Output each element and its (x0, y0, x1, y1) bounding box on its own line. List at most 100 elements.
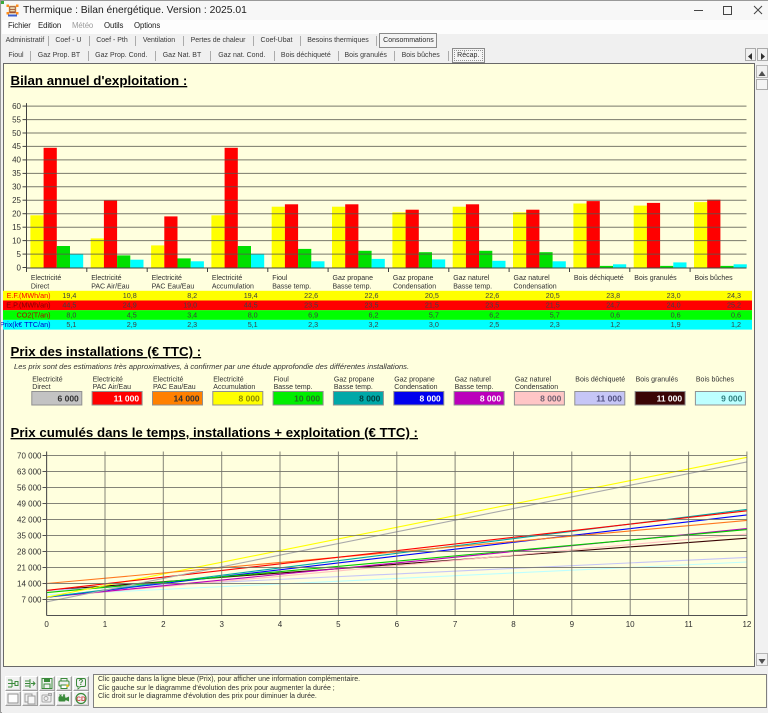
svg-text:Bois déchiqueté: Bois déchiqueté (575, 377, 625, 384)
svg-text:50: 50 (12, 129, 21, 138)
svg-text:Gaz propane: Gaz propane (394, 377, 435, 384)
svg-text:1,2: 1,2 (731, 320, 741, 329)
svg-text:25,2: 25,2 (727, 301, 741, 310)
svg-text:40: 40 (12, 156, 21, 165)
svg-text:3: 3 (219, 620, 224, 629)
svg-text:1,9: 1,9 (671, 320, 681, 329)
svg-text:2,3: 2,3 (550, 320, 560, 329)
svg-text:5,1: 5,1 (66, 320, 76, 329)
svg-text:8 000: 8 000 (239, 394, 261, 404)
svg-text:Accumulation: Accumulation (213, 384, 255, 391)
svg-text:10 000: 10 000 (294, 394, 320, 404)
svg-text:Gaz propane: Gaz propane (333, 275, 374, 282)
svg-text:2,9: 2,9 (127, 320, 137, 329)
svg-text:Gaz naturel: Gaz naturel (514, 275, 551, 282)
svg-text:70 000: 70 000 (17, 451, 42, 460)
svg-text:14 000: 14 000 (174, 394, 200, 404)
svg-text:35 000: 35 000 (17, 531, 42, 540)
svg-text:0,6: 0,6 (610, 310, 620, 319)
svg-text:24,9: 24,9 (123, 301, 137, 310)
svg-text:19,4: 19,4 (62, 291, 76, 300)
svg-text:Basse temp.: Basse temp. (453, 283, 492, 290)
svg-text:23,5: 23,5 (365, 301, 379, 310)
svg-text:Prix cumulés dans le temps, in: Prix cumulés dans le temps, installation… (11, 425, 419, 440)
svg-text:3,4: 3,4 (187, 310, 197, 319)
svg-text:?: ? (78, 678, 83, 687)
svg-text:4: 4 (278, 620, 283, 629)
svg-text:11 000: 11 000 (596, 394, 622, 404)
svg-text:Gaz propane: Gaz propane (334, 377, 375, 384)
svg-text:0,6: 0,6 (671, 310, 681, 319)
svg-text:8,0: 8,0 (66, 310, 76, 319)
svg-text:CD: CD (76, 696, 86, 703)
svg-text:21 000: 21 000 (17, 563, 42, 572)
svg-text:12: 12 (742, 620, 751, 629)
svg-text:8 000: 8 000 (359, 394, 381, 404)
svg-text:Bois bûches: Bois bûches (695, 275, 734, 282)
svg-text:20: 20 (12, 210, 21, 219)
svg-text:Basse temp.: Basse temp. (272, 283, 311, 290)
svg-text:PAC Air/Eau: PAC Air/Eau (93, 384, 131, 391)
svg-text:8 000: 8 000 (420, 394, 442, 404)
svg-text:E.P.(MWh/an): E.P.(MWh/an) (6, 301, 50, 310)
svg-text:Prix(k€ TTC/an): Prix(k€ TTC/an) (1, 320, 51, 329)
svg-text:Electricité: Electricité (213, 377, 243, 384)
svg-text:5,7: 5,7 (550, 310, 560, 319)
svg-text:Accumulation: Accumulation (212, 283, 254, 290)
svg-text:10: 10 (626, 620, 635, 629)
svg-text:Gaz naturel: Gaz naturel (453, 275, 490, 282)
svg-text:0: 0 (44, 620, 49, 629)
svg-text:11: 11 (684, 620, 693, 629)
svg-text:PAC Eau/Eau: PAC Eau/Eau (153, 384, 196, 391)
svg-text:25: 25 (12, 196, 21, 205)
svg-text:Bois granulés: Bois granulés (636, 377, 679, 384)
svg-text:9 000: 9 000 (721, 394, 743, 404)
svg-text:Condensation: Condensation (515, 384, 558, 391)
svg-text:6 000: 6 000 (58, 394, 80, 404)
svg-text:6,9: 6,9 (308, 310, 318, 319)
svg-text:Bilan annuel d'exploitation :: Bilan annuel d'exploitation : (11, 73, 188, 88)
svg-text:60: 60 (12, 102, 21, 111)
svg-text:Condensation: Condensation (394, 384, 437, 391)
svg-text:23,0: 23,0 (667, 291, 681, 300)
svg-text:Basse temp.: Basse temp. (334, 384, 373, 391)
svg-text:Direct: Direct (31, 283, 49, 290)
svg-text:2,5: 2,5 (489, 320, 499, 329)
svg-text:24,0: 24,0 (667, 301, 681, 310)
svg-text:3,0: 3,0 (429, 320, 439, 329)
svg-text:11 000: 11 000 (657, 394, 683, 404)
svg-text:Condensation: Condensation (393, 283, 436, 290)
svg-text:24,3: 24,3 (727, 291, 741, 300)
svg-text:9: 9 (570, 620, 575, 629)
svg-text:24,7: 24,7 (606, 301, 620, 310)
svg-text:19,4: 19,4 (244, 291, 258, 300)
svg-text:Prix des installations (€ TTC): Prix des installations (€ TTC) : (11, 344, 202, 359)
svg-text:44,5: 44,5 (244, 301, 258, 310)
svg-text:20,5: 20,5 (546, 291, 560, 300)
svg-text:23,5: 23,5 (485, 301, 499, 310)
svg-text:1,2: 1,2 (610, 320, 620, 329)
svg-text:2,3: 2,3 (308, 320, 318, 329)
svg-text:CO2(T/an): CO2(T/an) (17, 310, 51, 319)
svg-text:14 000: 14 000 (17, 579, 42, 588)
svg-text:Electricité: Electricité (32, 377, 62, 384)
svg-text:Basse temp.: Basse temp. (274, 384, 313, 391)
svg-text:22,6: 22,6 (365, 291, 379, 300)
svg-text:11 000: 11 000 (114, 394, 140, 404)
svg-text:Gaz naturel: Gaz naturel (455, 377, 492, 384)
svg-text:28 000: 28 000 (17, 547, 42, 556)
svg-text:E.F.(MWh/an): E.F.(MWh/an) (7, 291, 51, 300)
svg-text:21,5: 21,5 (546, 301, 560, 310)
svg-text:Electricité: Electricité (31, 275, 61, 282)
svg-text:8 000: 8 000 (540, 394, 562, 404)
svg-text:PAC Eau/Eau: PAC Eau/Eau (152, 283, 195, 290)
svg-text:0: 0 (17, 263, 22, 272)
svg-text:2: 2 (161, 620, 166, 629)
svg-text:42 000: 42 000 (17, 515, 42, 524)
svg-text:5: 5 (336, 620, 341, 629)
svg-text:Bois déchiqueté: Bois déchiqueté (574, 275, 624, 282)
svg-text:Basse temp.: Basse temp. (455, 384, 494, 391)
svg-text:2,3: 2,3 (187, 320, 197, 329)
svg-text:45: 45 (12, 142, 21, 151)
svg-text:8,0: 8,0 (248, 310, 258, 319)
